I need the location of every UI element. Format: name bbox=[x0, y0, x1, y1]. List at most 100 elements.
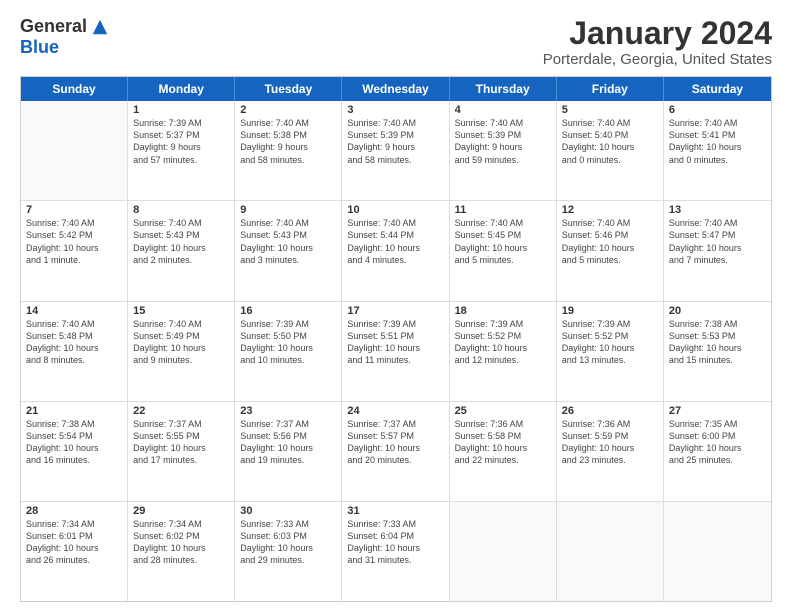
calendar-cell-day-15: 15Sunrise: 7:40 AMSunset: 5:49 PMDayligh… bbox=[128, 302, 235, 401]
cell-line-1: Sunset: 5:50 PM bbox=[240, 330, 336, 342]
cell-line-0: Sunrise: 7:34 AM bbox=[26, 518, 122, 530]
calendar-cell-day-6: 6Sunrise: 7:40 AMSunset: 5:41 PMDaylight… bbox=[664, 101, 771, 200]
cell-line-0: Sunrise: 7:40 AM bbox=[133, 318, 229, 330]
day-number: 22 bbox=[133, 405, 229, 417]
calendar-row-1: 7Sunrise: 7:40 AMSunset: 5:42 PMDaylight… bbox=[21, 201, 771, 301]
weekday-header-saturday: Saturday bbox=[664, 77, 771, 101]
cell-line-0: Sunrise: 7:40 AM bbox=[26, 217, 122, 229]
cell-line-0: Sunrise: 7:34 AM bbox=[133, 518, 229, 530]
calendar-cell-day-8: 8Sunrise: 7:40 AMSunset: 5:43 PMDaylight… bbox=[128, 201, 235, 300]
cell-line-0: Sunrise: 7:39 AM bbox=[133, 117, 229, 129]
cell-line-2: Daylight: 10 hours bbox=[562, 342, 658, 354]
cell-line-3: and 5 minutes. bbox=[455, 254, 551, 266]
cell-line-2: Daylight: 9 hours bbox=[133, 141, 229, 153]
weekday-header-wednesday: Wednesday bbox=[342, 77, 449, 101]
cell-line-0: Sunrise: 7:37 AM bbox=[240, 418, 336, 430]
day-number: 25 bbox=[455, 405, 551, 417]
cell-line-1: Sunset: 5:48 PM bbox=[26, 330, 122, 342]
logo: General Blue bbox=[20, 16, 109, 58]
cell-line-3: and 11 minutes. bbox=[347, 354, 443, 366]
cell-line-2: Daylight: 10 hours bbox=[26, 242, 122, 254]
cell-line-1: Sunset: 5:55 PM bbox=[133, 430, 229, 442]
cell-line-3: and 5 minutes. bbox=[562, 254, 658, 266]
cell-line-1: Sunset: 5:59 PM bbox=[562, 430, 658, 442]
cell-line-1: Sunset: 5:45 PM bbox=[455, 229, 551, 241]
cell-line-3: and 4 minutes. bbox=[347, 254, 443, 266]
cell-line-3: and 12 minutes. bbox=[455, 354, 551, 366]
calendar-cell-day-19: 19Sunrise: 7:39 AMSunset: 5:52 PMDayligh… bbox=[557, 302, 664, 401]
day-number: 28 bbox=[26, 505, 122, 517]
calendar-row-2: 14Sunrise: 7:40 AMSunset: 5:48 PMDayligh… bbox=[21, 302, 771, 402]
cell-line-2: Daylight: 10 hours bbox=[455, 342, 551, 354]
logo-blue-text: Blue bbox=[20, 37, 59, 58]
cell-line-2: Daylight: 10 hours bbox=[455, 242, 551, 254]
cell-line-1: Sunset: 5:39 PM bbox=[347, 129, 443, 141]
calendar-cell-day-29: 29Sunrise: 7:34 AMSunset: 6:02 PMDayligh… bbox=[128, 502, 235, 601]
cell-line-3: and 10 minutes. bbox=[240, 354, 336, 366]
day-number: 27 bbox=[669, 405, 766, 417]
weekday-header-friday: Friday bbox=[557, 77, 664, 101]
cell-line-0: Sunrise: 7:36 AM bbox=[455, 418, 551, 430]
cell-line-3: and 26 minutes. bbox=[26, 554, 122, 566]
cell-line-3: and 9 minutes. bbox=[133, 354, 229, 366]
cell-line-2: Daylight: 10 hours bbox=[240, 442, 336, 454]
cell-line-2: Daylight: 9 hours bbox=[455, 141, 551, 153]
title-area: January 2024 Porterdale, Georgia, United… bbox=[543, 16, 772, 68]
cell-line-3: and 22 minutes. bbox=[455, 454, 551, 466]
cell-line-1: Sunset: 5:44 PM bbox=[347, 229, 443, 241]
cell-line-1: Sunset: 5:41 PM bbox=[669, 129, 766, 141]
day-number: 5 bbox=[562, 104, 658, 116]
cell-line-3: and 58 minutes. bbox=[240, 154, 336, 166]
cell-line-0: Sunrise: 7:35 AM bbox=[669, 418, 766, 430]
day-number: 20 bbox=[669, 305, 766, 317]
cell-line-0: Sunrise: 7:40 AM bbox=[562, 217, 658, 229]
cell-line-3: and 1 minute. bbox=[26, 254, 122, 266]
calendar-cell-day-13: 13Sunrise: 7:40 AMSunset: 5:47 PMDayligh… bbox=[664, 201, 771, 300]
cell-line-0: Sunrise: 7:37 AM bbox=[133, 418, 229, 430]
cell-line-1: Sunset: 5:47 PM bbox=[669, 229, 766, 241]
day-number: 10 bbox=[347, 204, 443, 216]
page: General Blue January 2024 Porterdale, Ge… bbox=[0, 0, 792, 612]
day-number: 13 bbox=[669, 204, 766, 216]
cell-line-3: and 29 minutes. bbox=[240, 554, 336, 566]
cell-line-3: and 28 minutes. bbox=[133, 554, 229, 566]
day-number: 1 bbox=[133, 104, 229, 116]
cell-line-0: Sunrise: 7:40 AM bbox=[562, 117, 658, 129]
day-number: 2 bbox=[240, 104, 336, 116]
calendar-cell-day-11: 11Sunrise: 7:40 AMSunset: 5:45 PMDayligh… bbox=[450, 201, 557, 300]
cell-line-0: Sunrise: 7:40 AM bbox=[455, 217, 551, 229]
day-number: 9 bbox=[240, 204, 336, 216]
cell-line-1: Sunset: 5:37 PM bbox=[133, 129, 229, 141]
calendar-cell-day-16: 16Sunrise: 7:39 AMSunset: 5:50 PMDayligh… bbox=[235, 302, 342, 401]
calendar-cell-day-10: 10Sunrise: 7:40 AMSunset: 5:44 PMDayligh… bbox=[342, 201, 449, 300]
calendar-row-4: 28Sunrise: 7:34 AMSunset: 6:01 PMDayligh… bbox=[21, 502, 771, 601]
cell-line-1: Sunset: 5:52 PM bbox=[562, 330, 658, 342]
day-number: 21 bbox=[26, 405, 122, 417]
cell-line-2: Daylight: 10 hours bbox=[347, 542, 443, 554]
cell-line-1: Sunset: 5:39 PM bbox=[455, 129, 551, 141]
cell-line-3: and 23 minutes. bbox=[562, 454, 658, 466]
logo-general-text: General bbox=[20, 16, 87, 37]
cell-line-2: Daylight: 10 hours bbox=[455, 442, 551, 454]
calendar-cell-day-23: 23Sunrise: 7:37 AMSunset: 5:56 PMDayligh… bbox=[235, 402, 342, 501]
cell-line-2: Daylight: 10 hours bbox=[669, 242, 766, 254]
weekday-header-sunday: Sunday bbox=[21, 77, 128, 101]
cell-line-0: Sunrise: 7:33 AM bbox=[347, 518, 443, 530]
cell-line-3: and 16 minutes. bbox=[26, 454, 122, 466]
cell-line-0: Sunrise: 7:39 AM bbox=[455, 318, 551, 330]
cell-line-0: Sunrise: 7:33 AM bbox=[240, 518, 336, 530]
cell-line-1: Sunset: 5:43 PM bbox=[240, 229, 336, 241]
cell-line-1: Sunset: 6:02 PM bbox=[133, 530, 229, 542]
calendar-cell-day-21: 21Sunrise: 7:38 AMSunset: 5:54 PMDayligh… bbox=[21, 402, 128, 501]
weekday-header-tuesday: Tuesday bbox=[235, 77, 342, 101]
cell-line-0: Sunrise: 7:36 AM bbox=[562, 418, 658, 430]
day-number: 15 bbox=[133, 305, 229, 317]
cell-line-0: Sunrise: 7:40 AM bbox=[455, 117, 551, 129]
calendar: SundayMondayTuesdayWednesdayThursdayFrid… bbox=[20, 76, 772, 602]
calendar-cell-day-7: 7Sunrise: 7:40 AMSunset: 5:42 PMDaylight… bbox=[21, 201, 128, 300]
cell-line-1: Sunset: 5:54 PM bbox=[26, 430, 122, 442]
calendar-cell-empty bbox=[557, 502, 664, 601]
day-number: 19 bbox=[562, 305, 658, 317]
cell-line-3: and 2 minutes. bbox=[133, 254, 229, 266]
cell-line-3: and 15 minutes. bbox=[669, 354, 766, 366]
